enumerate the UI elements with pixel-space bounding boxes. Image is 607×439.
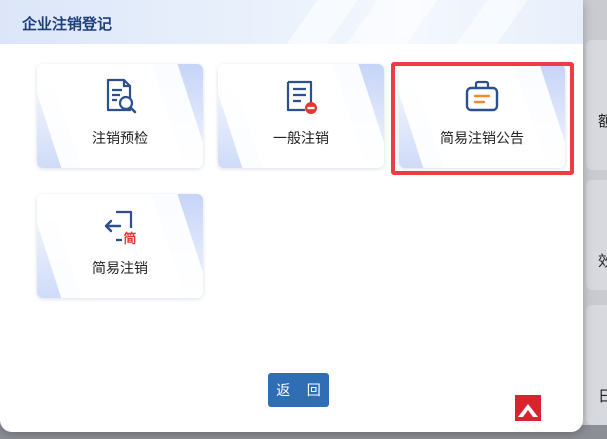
background-card: 额 bbox=[586, 40, 607, 170]
dialog-header: 企业注销登记 bbox=[0, 0, 583, 44]
tile-cancellation-precheck[interactable]: 注销预检 bbox=[37, 64, 203, 168]
tile-label: 简易注销 bbox=[92, 261, 148, 277]
announcement-bag-icon bbox=[465, 80, 499, 112]
background-char: 额 bbox=[598, 112, 607, 130]
simple-exit-icon: 简 bbox=[104, 210, 137, 246]
background-char: 日 bbox=[598, 387, 607, 405]
background-char: 效 bbox=[598, 252, 607, 270]
cancellation-dialog: 企业注销登记 注销预检 一般注销 简易注销公告 简 简易注销 返 回 bbox=[0, 0, 583, 432]
tile-simple-cancellation-announcement[interactable]: 简易注销公告 bbox=[399, 64, 565, 168]
logo-icon bbox=[515, 395, 541, 421]
back-button[interactable]: 返 回 bbox=[268, 373, 329, 407]
tile-simple-cancellation[interactable]: 简 简易注销 bbox=[37, 194, 203, 298]
document-search-icon bbox=[106, 78, 137, 114]
badge-text: 简 bbox=[123, 231, 136, 246]
background-card: 日 bbox=[586, 305, 607, 425]
tile-label: 简易注销公告 bbox=[440, 131, 524, 147]
background-card: 效 bbox=[586, 180, 607, 290]
tile-general-cancellation[interactable]: 一般注销 bbox=[218, 64, 384, 168]
dialog-title: 企业注销登记 bbox=[22, 15, 113, 33]
document-remove-icon bbox=[286, 80, 317, 114]
tile-label: 注销预检 bbox=[92, 131, 148, 147]
tile-label: 一般注销 bbox=[273, 131, 329, 147]
